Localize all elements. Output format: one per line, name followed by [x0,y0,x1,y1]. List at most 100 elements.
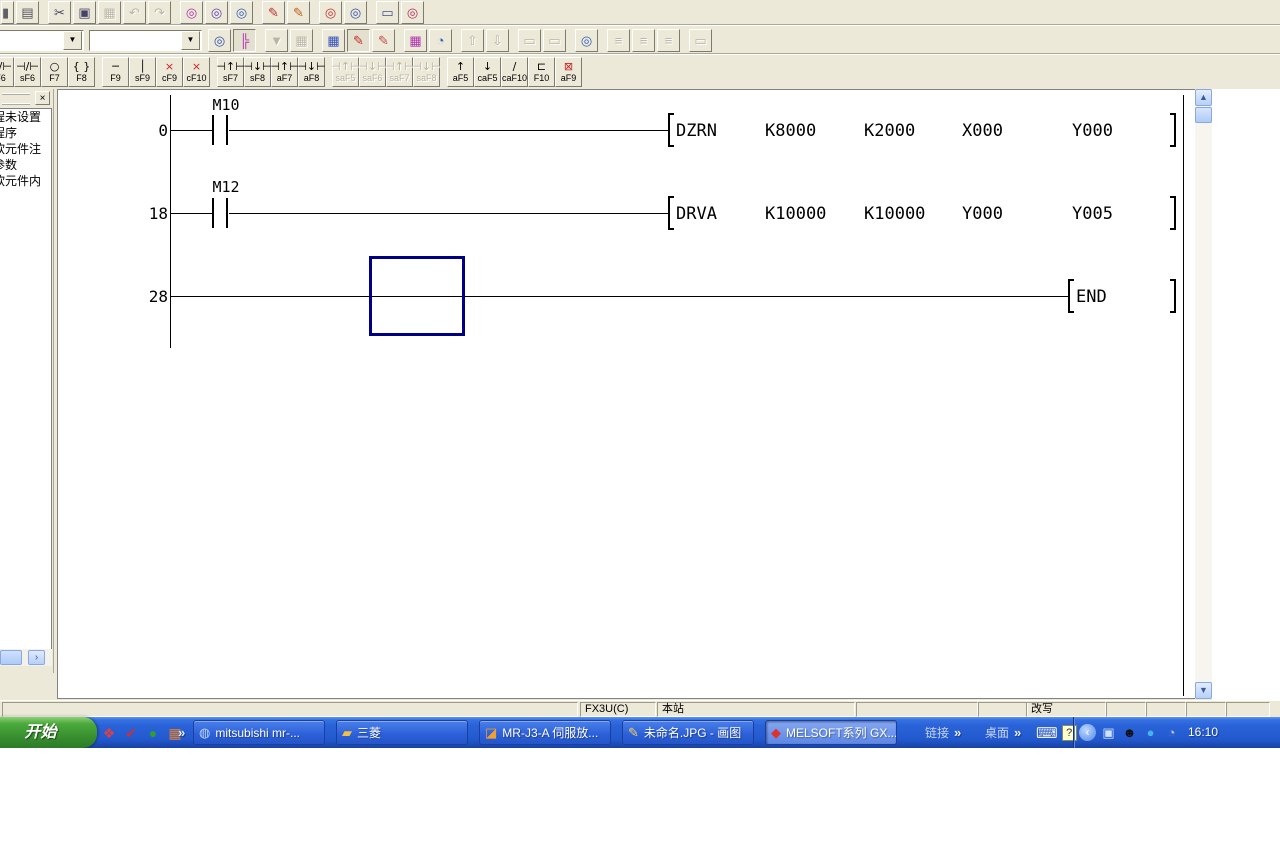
instruction-operand[interactable]: Y005 [1072,204,1113,224]
quick-launch-browser-icon[interactable]: ✔ [122,724,140,742]
contact-find-button[interactable]: ◎ [344,1,367,24]
undo-button[interactable]: ↶ [123,1,146,24]
vertical-line-button[interactable]: │ sF9 [129,57,156,87]
monitor-write-button[interactable]: ▦ [404,29,427,52]
chevron-more-icon[interactable]: » [954,725,961,740]
project-tree-item[interactable]: 软元件内 [0,173,51,189]
replace-string-button[interactable]: ✎ [287,1,310,24]
vscrollbar-down-arrow[interactable]: ▼ [1195,682,1212,699]
desktop-toolbar[interactable]: 桌面 » [985,717,1021,748]
parallel-rising-pulse-button[interactable]: ⊣↑⊢ aF7 [271,57,298,87]
paste-button[interactable]: ▦ [98,1,121,24]
parallel-falling-pulse-button[interactable]: ⊣↓⊢ aF8 [298,57,325,87]
parallel-rising-op-button[interactable]: ⊣↑⊢ saF7 [386,57,413,87]
chevron-more-icon[interactable]: » [1014,725,1021,740]
copy-button[interactable]: ▣ [73,1,96,24]
pulse-down-button[interactable]: ↓ caF5 [474,57,501,87]
instruction-operand[interactable]: K10000 [765,204,826,224]
instruction-operand[interactable]: X000 [962,121,1003,141]
instruction-operand[interactable]: K2000 [864,121,915,141]
contact-bar[interactable] [212,115,214,145]
save-button[interactable]: ▮ [1,1,14,24]
quick-launch-money-icon[interactable]: ● [144,724,162,742]
project-tree-item[interactable]: 软元件注 [0,141,51,157]
rising-pulse-button[interactable]: ⊣↑⊢ sF7 [217,57,244,87]
ladder-find-button[interactable]: ◎ [319,1,342,24]
device-monitor-button[interactable]: ◎ [575,29,598,52]
delete-vertical-line-button[interactable]: × cF10 [183,57,210,87]
project-tree-item[interactable]: 参数 [0,157,51,173]
insert-column-button[interactable]: ≡ [657,29,680,52]
instruction-operand[interactable]: Y000 [1072,121,1113,141]
task-melsoft-gx[interactable]: ◆ MELSOFT系列 GX... [765,720,897,745]
delete-horizontal-line-button[interactable]: × cF9 [156,57,183,87]
replace-device-button[interactable]: ✎ [262,1,285,24]
contact-bar[interactable] [226,115,228,145]
taskbar-clock[interactable]: 16:10 [1188,717,1218,748]
line-draw-button[interactable]: ⊏ F10 [528,57,555,87]
window-tile-button[interactable]: ▭ [543,29,566,52]
keyboard-icon[interactable]: ⌨ [1036,724,1058,742]
task-folder-mitsubishi[interactable]: ▰ 三菱 [336,720,468,745]
monitor-start-button[interactable]: ◔ [429,29,452,52]
quick-launch-media-icon[interactable]: ❖ [100,724,118,742]
task-mitsubishi-browser[interactable]: ◍ mitsubishi mr-... [193,720,325,745]
print-button[interactable]: ▤ [16,1,39,24]
vscrollbar-thumb[interactable] [1195,107,1212,123]
tray-globe-icon[interactable]: ● [1142,724,1159,741]
falling-pulse-op-button[interactable]: ⊣↓⊢ saF6 [359,57,386,87]
instruction-operand[interactable]: K8000 [765,121,816,141]
vscrollbar-up-arrow[interactable]: ▲ [1195,89,1212,106]
tray-audio-icon[interactable]: ◔ [1163,724,1180,741]
project-panel-header[interactable]: × [0,89,53,107]
window-switch-button[interactable]: ▭ [376,1,399,24]
pulse-up-button[interactable]: ↑ aF5 [447,57,474,87]
chevron-more-icon[interactable]: » [178,725,185,740]
instruction-mnemonic[interactable]: END [1076,287,1107,307]
find-device-button[interactable]: ◎ [205,1,228,24]
step-select-combo[interactable]: ▼ [89,30,202,51]
logic-test-button[interactable]: ▼ [265,29,288,52]
line-delete-button[interactable]: ⊠ aF9 [555,57,582,87]
panel-grip[interactable] [2,93,30,105]
task-paint[interactable]: ✎ 未命名.JPG - 画图 [622,720,754,745]
project-tree-hscrollbar[interactable]: › [0,649,52,666]
rising-pulse-op-button[interactable]: ⊣↑⊢ saF5 [332,57,359,87]
editor-vscrollbar[interactable]: ▲ ▼ [1195,89,1212,699]
program-check-button[interactable]: ◎ [208,29,231,52]
instruction-operand[interactable]: Y000 [962,204,1003,224]
falling-pulse-button[interactable]: ⊣↓⊢ sF8 [244,57,271,87]
task-servo-doc[interactable]: ◪ MR-J3-A 伺服放... [479,720,611,745]
project-tree-item[interactable]: 程序 [0,125,51,141]
coil-button[interactable]: ○ F7 [41,57,68,87]
application-instruction-button[interactable]: { } F8 [68,57,95,87]
comment-display-button[interactable]: ▭ [689,29,712,52]
parallel-falling-op-button[interactable]: ⊣↓⊢ saF8 [413,57,440,87]
download-button[interactable]: ⇩ [486,29,509,52]
find-button[interactable]: ◎ [180,1,203,24]
redo-button[interactable]: ↷ [148,1,171,24]
chevron-down-icon[interactable]: ▼ [63,31,82,50]
project-tree-toggle-button[interactable]: ╠ [233,29,256,52]
window-cascade-button[interactable]: ▭ [518,29,541,52]
close-icon[interactable]: × [35,91,50,105]
chevron-down-icon[interactable]: ▼ [181,31,200,50]
links-toolbar[interactable]: 链接 » [925,717,961,748]
cut-button[interactable]: ✂ [48,1,71,24]
find-string-button[interactable]: ◎ [230,1,253,24]
instruction-operand[interactable]: K10000 [864,204,925,224]
hscrollbar-thumb[interactable] [0,650,22,665]
instruction-mnemonic[interactable]: DRVA [676,204,717,224]
tray-collapse-icon[interactable]: ‹ [1079,724,1096,741]
read-mode-button[interactable]: ▦ [322,29,345,52]
instruction-mnemonic[interactable]: DZRN [676,121,717,141]
horizontal-line-button[interactable]: ─ F9 [102,57,129,87]
tray-qq-icon[interactable]: ☻ [1121,724,1138,741]
logic-test-monitor-button[interactable]: ▦ [290,29,313,52]
hscrollbar-right-arrow[interactable]: › [28,650,45,665]
project-tree-list[interactable]: 程未设置程序软元件注参数软元件内 [0,108,52,654]
closed-contact-button[interactable]: ⊣/⊢ F6 [0,57,14,87]
upload-button[interactable]: ⇧ [461,29,484,52]
parallel-closed-contact-button[interactable]: ⊣/⊢ sF6 [14,57,41,87]
tray-network-icon[interactable]: ▣ [1100,724,1117,741]
